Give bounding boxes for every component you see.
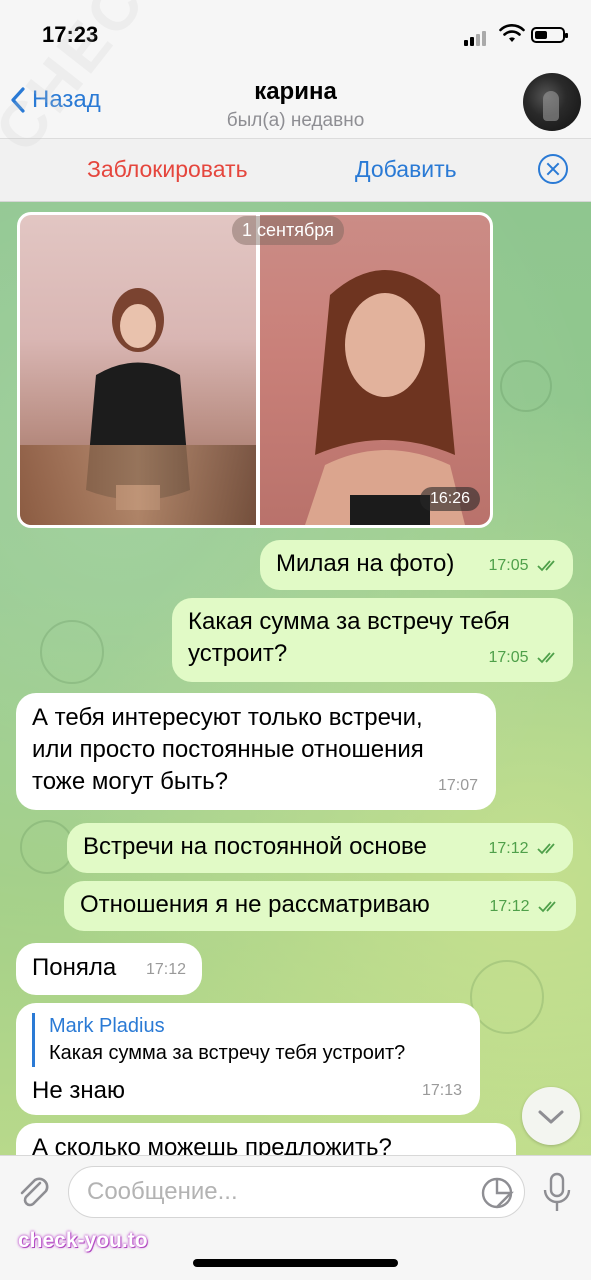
chevron-down-icon bbox=[538, 1110, 564, 1124]
status-bar: 17:23 bbox=[0, 0, 591, 70]
close-icon[interactable] bbox=[538, 154, 568, 184]
message-text: Не знаю bbox=[32, 1077, 125, 1104]
incoming-message[interactable]: Поняла 17:12 bbox=[16, 943, 202, 995]
double-check-icon bbox=[537, 652, 555, 664]
microphone-icon[interactable] bbox=[540, 1171, 574, 1215]
message-text: А тебя интересуют только встречи, или пр… bbox=[32, 704, 424, 795]
message-time: 17:12 bbox=[488, 840, 529, 857]
message-meta: 17:12 bbox=[490, 891, 561, 923]
double-check-icon bbox=[537, 843, 555, 855]
message-time: 17:12 bbox=[145, 961, 186, 978]
message-time: 17:05 bbox=[488, 649, 529, 666]
reply-text: Какая сумма за встречу тебя устроит? bbox=[49, 1042, 406, 1064]
chat-header: Назад карина был(а) недавно bbox=[0, 70, 591, 138]
block-button[interactable]: Заблокировать bbox=[87, 156, 248, 183]
incoming-reply-message[interactable]: Mark Pladius Какая сумма за встречу тебя… bbox=[16, 1003, 480, 1115]
outgoing-message[interactable]: Отношения я не рассматриваю 17:12 bbox=[64, 881, 576, 931]
video-duration: 16:26 bbox=[419, 487, 480, 511]
reply-author: Mark Pladius bbox=[49, 1015, 165, 1037]
scroll-to-bottom-button[interactable] bbox=[522, 1087, 580, 1145]
message-meta: 17:05 bbox=[489, 642, 560, 674]
message-text: Отношения я не рассматриваю bbox=[80, 891, 430, 918]
message-time: 17:07 bbox=[437, 777, 478, 794]
message-meta: 17:12 bbox=[489, 833, 560, 865]
contact-status: был(а) недавно bbox=[226, 110, 365, 131]
reply-quote[interactable]: Mark Pladius Какая сумма за встречу тебя… bbox=[32, 1013, 405, 1067]
status-time: 17:23 bbox=[42, 22, 99, 47]
bottom-watermark: check-you.to bbox=[18, 1229, 148, 1252]
message-time: 17:13 bbox=[421, 1082, 462, 1099]
wifi-icon bbox=[499, 24, 525, 42]
message-text: Поняла bbox=[32, 954, 117, 981]
double-check-icon bbox=[537, 560, 555, 572]
message-input[interactable] bbox=[68, 1166, 525, 1218]
avatar[interactable] bbox=[523, 73, 581, 131]
message-input-bar bbox=[0, 1155, 591, 1280]
paperclip-icon[interactable] bbox=[14, 1174, 54, 1214]
photo-album-message[interactable]: 16:26 bbox=[17, 212, 493, 528]
message-time: 17:12 bbox=[489, 898, 530, 915]
message-meta: 17:05 bbox=[489, 550, 560, 582]
contact-name[interactable]: карина bbox=[0, 78, 591, 106]
photo-thumbnail[interactable] bbox=[20, 215, 256, 525]
message-text: Какая сумма за встречу тебя устроит? bbox=[188, 608, 510, 667]
home-indicator bbox=[193, 1259, 398, 1267]
outgoing-message[interactable]: Милая на фото) 17:05 bbox=[260, 540, 573, 590]
contact-action-bar: Заблокировать Добавить bbox=[0, 138, 591, 202]
add-contact-button[interactable]: Добавить bbox=[355, 156, 457, 183]
video-thumbnail[interactable]: 16:26 bbox=[260, 215, 490, 525]
outgoing-message[interactable]: Какая сумма за встречу тебя устроит? 17:… bbox=[172, 598, 573, 682]
battery-icon bbox=[531, 27, 568, 43]
signal-icon bbox=[464, 28, 488, 46]
message-text: Милая на фото) bbox=[276, 550, 455, 577]
incoming-message[interactable]: А тебя интересуют только встречи, или пр… bbox=[16, 693, 496, 810]
double-check-icon bbox=[538, 901, 556, 913]
outgoing-message[interactable]: Встречи на постоянной основе 17:12 bbox=[67, 823, 573, 873]
message-text: Встречи на постоянной основе bbox=[83, 833, 427, 860]
sticker-icon[interactable] bbox=[480, 1176, 514, 1210]
person-silhouette bbox=[305, 270, 465, 525]
telegram-chat-screen: 17:23 Назад карина был(а) недавно Заблок… bbox=[0, 0, 591, 1280]
date-separator: 1 сентября bbox=[232, 216, 344, 245]
message-time: 17:05 bbox=[488, 557, 529, 574]
